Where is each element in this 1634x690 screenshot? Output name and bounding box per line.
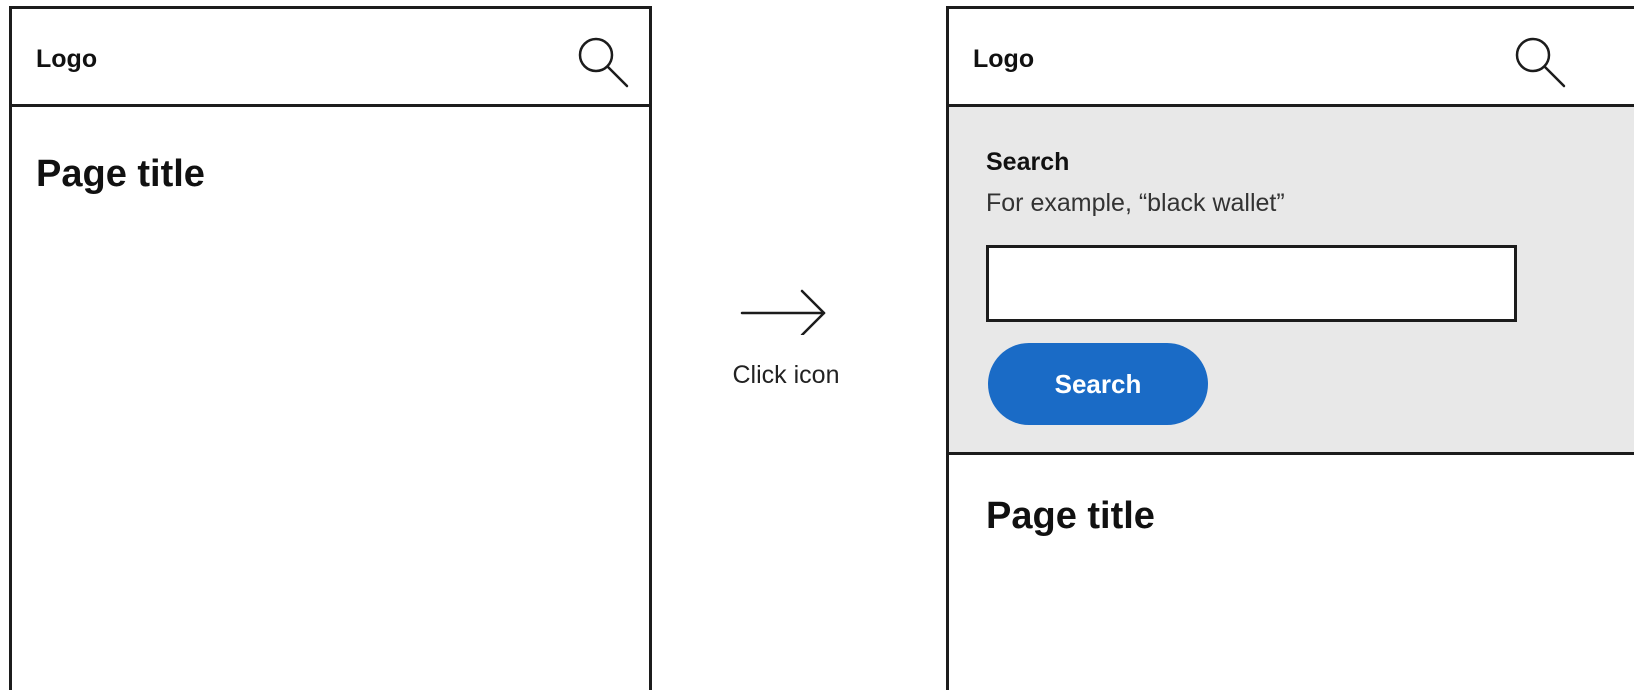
page-title: Page title — [36, 153, 205, 195]
page-title: Page title — [986, 495, 1155, 537]
transition-label: Click icon — [732, 361, 840, 389]
transition: Click icon — [700, 285, 900, 405]
header: Logo — [12, 9, 649, 107]
header: Logo — [949, 9, 1634, 107]
wireframe-before: Logo Page title — [9, 6, 652, 690]
search-panel: Search For example, “black wallet” Searc… — [949, 107, 1634, 455]
search-button[interactable]: Search — [988, 343, 1208, 425]
search-label: Search — [986, 148, 1070, 176]
search-icon[interactable] — [1509, 31, 1569, 91]
logo[interactable]: Logo — [973, 44, 1034, 74]
wireframe-after: Logo Search For example, “black wallet” … — [946, 6, 1634, 690]
logo[interactable]: Logo — [36, 44, 97, 74]
search-icon[interactable] — [572, 31, 632, 91]
search-input[interactable] — [986, 245, 1517, 322]
arrow-right-icon — [740, 289, 826, 335]
search-hint: For example, “black wallet” — [986, 189, 1285, 217]
flow-diagram: Logo Page title Click icon Logo Search F… — [0, 0, 1634, 690]
